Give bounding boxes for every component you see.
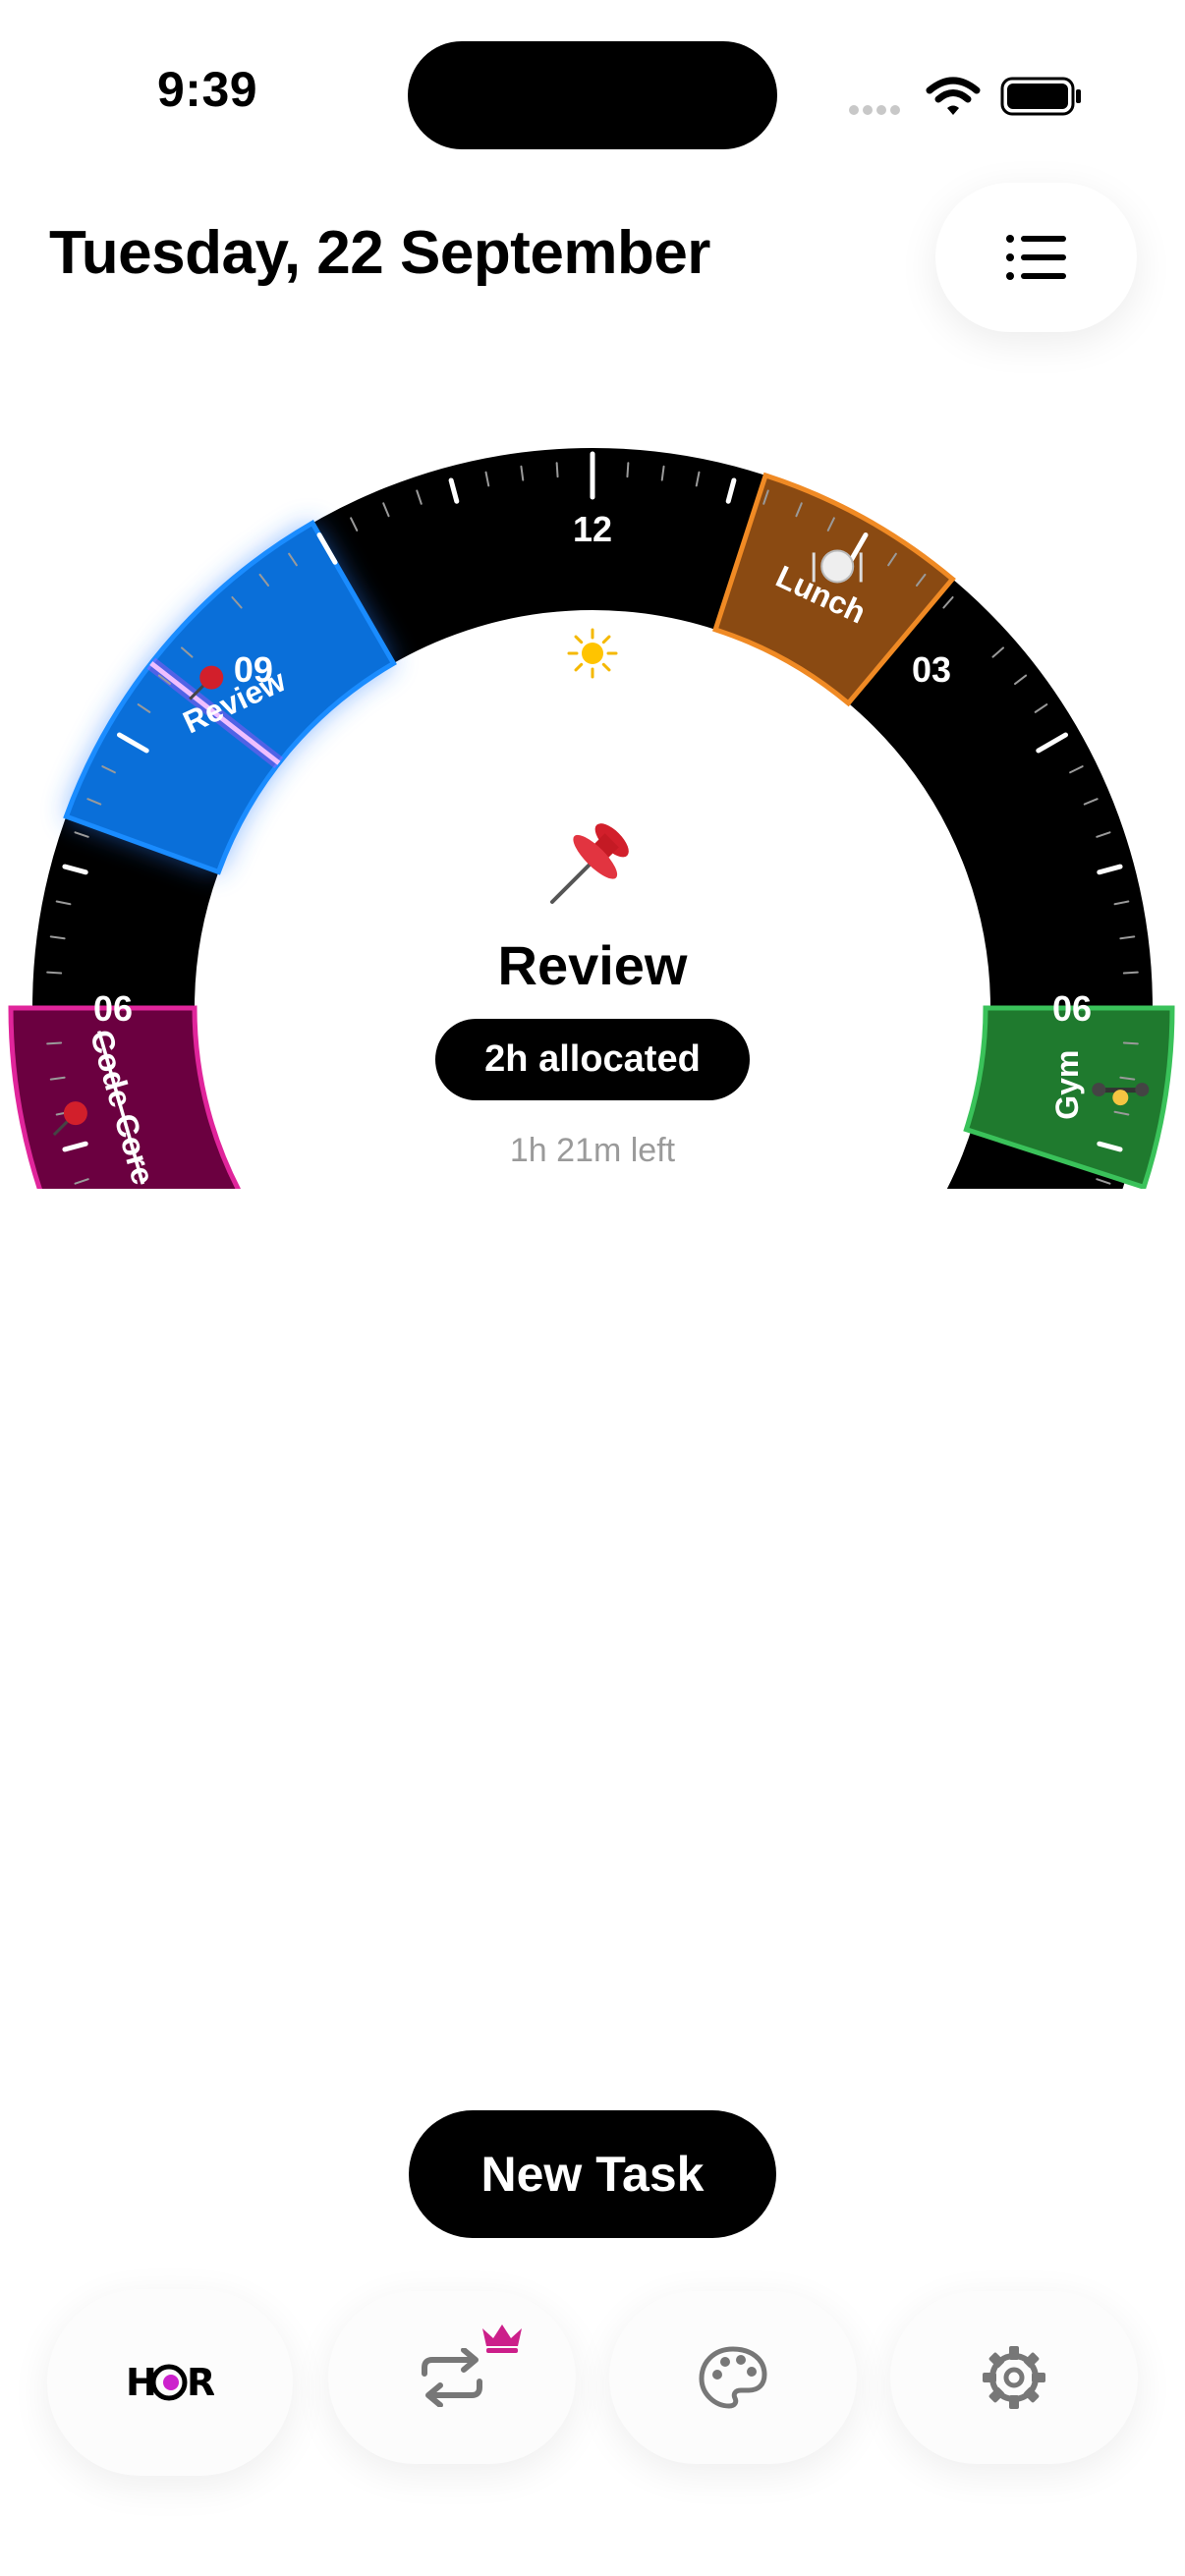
dial-tick [626, 462, 630, 478]
dial-hour-label: 06 [1052, 988, 1092, 1029]
gear-icon [983, 2346, 1045, 2409]
time-left: 1h 21m left [509, 1132, 676, 1169]
new-task-button[interactable]: New Task [409, 2110, 776, 2238]
nav-clock-home[interactable]: H R [47, 2289, 293, 2476]
dial-tick [1122, 971, 1139, 975]
dynamic-island [408, 41, 777, 149]
list-icon [1005, 235, 1066, 280]
repeat-icon [422, 2348, 482, 2407]
nav-repeat[interactable] [328, 2291, 576, 2464]
nav-settings[interactable] [890, 2291, 1138, 2464]
hor-logo-icon: H R [126, 2361, 214, 2404]
svg-text:R: R [187, 2361, 214, 2404]
dial-tick [555, 462, 559, 478]
dial-tick [46, 1041, 63, 1045]
allocated-badge: 2h allocated [435, 1019, 750, 1100]
wifi-icon [926, 77, 981, 115]
dial-tick [1122, 1041, 1139, 1045]
signal-icon [849, 102, 904, 120]
pushpin-icon [550, 823, 629, 904]
task-list-button[interactable] [935, 183, 1137, 332]
nav-themes[interactable] [609, 2291, 857, 2464]
palette-icon [699, 2346, 767, 2409]
date-title: Tuesday, 22 September [49, 219, 710, 287]
dial-hour-label: 06 [93, 988, 133, 1029]
dial-hour-label: 03 [912, 649, 951, 690]
dial-tick [46, 971, 63, 975]
current-task-panel: Review 2h allocated 1h 21m left [396, 806, 789, 1170]
task-segment-label: Gym [1049, 1050, 1085, 1120]
current-task-title: Review [497, 934, 688, 996]
crown-icon [482, 2324, 522, 2353]
sun-icon [567, 628, 618, 679]
battery-icon [1000, 77, 1081, 116]
status-time: 9:39 [157, 62, 258, 117]
dial-hour-label: 12 [573, 509, 612, 549]
